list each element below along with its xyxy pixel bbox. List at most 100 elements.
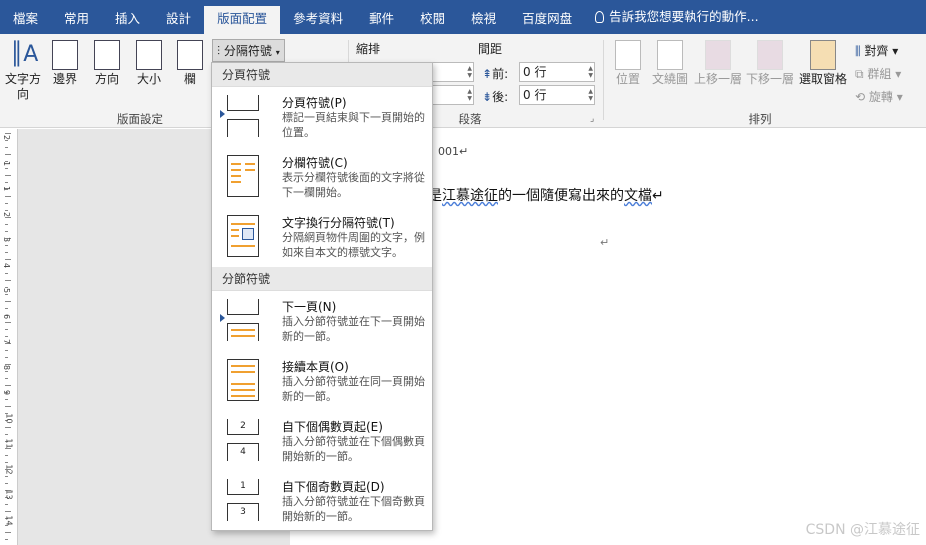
menu-item-desc: 插入分節符號並在下一頁開始新的一節。: [282, 315, 425, 343]
ruler-tick: [5, 140, 8, 141]
tab-design[interactable]: 設計: [153, 0, 204, 34]
tell-me-text: 告訴我您想要執行的動作...: [609, 9, 759, 24]
ruler-tick: [5, 322, 11, 323]
ruler-tick: [5, 378, 8, 379]
size-icon: [136, 40, 162, 70]
columns-label: 欄: [183, 72, 196, 86]
watermark: CSDN @江慕途征: [805, 522, 920, 538]
group-button[interactable]: ⧉ 群組 ▾: [855, 65, 901, 82]
breaks-button[interactable]: ⫶ 分隔符號 ▾: [212, 39, 285, 62]
lightbulb-icon: [595, 11, 605, 23]
selection-pane-icon: [810, 40, 836, 70]
tab-view[interactable]: 檢視: [458, 0, 509, 34]
ruler-tick: [5, 336, 8, 337]
ruler-tick: [5, 245, 8, 246]
indent-label: 縮排: [356, 42, 381, 56]
ruler-tick: [5, 434, 8, 435]
ruler-tick: [5, 427, 11, 428]
ruler-tick: [5, 252, 8, 253]
tab-baidu[interactable]: 百度网盘: [509, 0, 585, 34]
indent-left-input[interactable]: ▲ ▼: [432, 62, 474, 82]
text-wrapping-break-icon: [227, 215, 259, 257]
margins-label: 邊界: [52, 72, 77, 86]
align-icon: ⫼: [855, 44, 861, 58]
ruler-tick: [5, 476, 8, 477]
bring-forward-icon: [705, 40, 731, 70]
spacing-before-icon: ⇞: [482, 67, 493, 81]
ruler-number: 13: [4, 489, 14, 500]
spacing-after-icon: ⇟: [482, 90, 493, 104]
indent-right-input[interactable]: ▲ ▼: [432, 85, 474, 105]
ruler-number: 1: [2, 160, 12, 166]
tell-me-box[interactable]: 告訴我您想要執行的動作...: [585, 0, 771, 34]
send-backward-button[interactable]: 下移一層: [746, 40, 794, 87]
tab-layout[interactable]: 版面配置: [204, 6, 281, 34]
menu-item-desc: 插入分節符號並在下個奇數頁開始新的一節。: [282, 495, 425, 523]
breaks-label: 分隔符號: [223, 44, 272, 58]
ruler-tick: [5, 273, 8, 274]
tab-home[interactable]: 常用: [51, 0, 102, 34]
tab-file[interactable]: 檔案: [0, 0, 52, 34]
spacing-label: 間距: [478, 42, 503, 56]
ruler-tick: [5, 385, 11, 386]
continuous-icon: [227, 359, 259, 401]
ruler-number: 5: [2, 287, 12, 294]
tab-review[interactable]: 校閱: [407, 0, 458, 34]
orientation-button[interactable]: 方向: [90, 40, 124, 87]
ruler-tick: [5, 133, 11, 134]
menu-item-odd-page[interactable]: 1 3 自下個奇數頁起(D) 插入分節符號並在下個奇數頁開始新的一節。: [212, 471, 432, 531]
selection-pane-button[interactable]: 選取窗格: [798, 40, 848, 87]
ruler-tick: [5, 294, 8, 295]
text-direction-label: 文字方向: [5, 72, 42, 101]
ruler-tick: [5, 483, 8, 484]
spacing-after-input[interactable]: 0 行 ▲ ▼: [519, 85, 595, 105]
ruler-tick: [5, 308, 8, 309]
columns-icon: [177, 40, 203, 70]
menu-item-next-page[interactable]: 下一頁(N) 插入分節符號並在下一頁開始新的一節。: [212, 291, 432, 351]
even-page-icon: 2 4: [227, 419, 259, 461]
menu-item-title: 文字換行分隔符號(T): [282, 216, 395, 230]
ruler-tick: [5, 224, 8, 225]
menu-item-column-break[interactable]: 分欄符號(C) 表示分欄符號後面的文字將從下一欄開始。: [212, 147, 432, 207]
breaks-icon: ⫶: [217, 44, 221, 58]
ruler-tick: [5, 231, 8, 232]
wrap-text-button[interactable]: 文繞圖: [650, 40, 690, 87]
tab-mailings[interactable]: 郵件: [356, 0, 407, 34]
menu-item-continuous[interactable]: 接續本頁(O) 插入分節符號並在同一頁開始新的一節。: [212, 351, 432, 411]
ruler-tick: [5, 203, 8, 204]
dialog-launcher-icon[interactable]: ⌟: [590, 114, 594, 124]
margins-button[interactable]: 邊界: [48, 40, 82, 87]
send-backward-label: 下移一層: [746, 72, 795, 86]
rotate-icon: ⟲: [855, 90, 866, 104]
size-button[interactable]: 大小: [132, 40, 166, 87]
menu-item-text-wrapping-break[interactable]: 文字換行分隔符號(T) 分隔網頁物件周圍的文字，例如來自本文的標號文字。: [212, 207, 432, 267]
text-direction-button[interactable]: ║A 文字方向: [3, 40, 43, 102]
ruler-tick: [5, 532, 11, 533]
ruler-tick: [5, 301, 11, 302]
position-label: 位置: [615, 72, 640, 86]
group-icon: ⧉: [855, 67, 864, 81]
ruler-tick: [5, 280, 11, 281]
orientation-label: 方向: [94, 72, 119, 86]
columns-button[interactable]: 欄: [174, 40, 206, 87]
menu-item-page-break[interactable]: 分頁符號(P) 標記一頁結束與下一頁開始的位置。: [212, 87, 432, 147]
align-button[interactable]: ⫼ 對齊 ▾: [855, 42, 898, 59]
document-line-1: 001↵: [438, 145, 469, 158]
odd-page-icon: 1 3: [227, 479, 259, 521]
paragraph-group-label: 段落: [458, 112, 482, 126]
menu-item-title: 下一頁(N): [282, 300, 337, 314]
divider: [603, 40, 604, 120]
rotate-button[interactable]: ⟲ 旋轉 ▾: [855, 88, 903, 105]
tab-insert[interactable]: 插入: [102, 0, 153, 34]
menu-item-title: 自下個奇數頁起(D): [282, 480, 385, 494]
menu-item-even-page[interactable]: 2 4 自下個偶數頁起(E) 插入分節符號並在下個偶數頁開始新的一節。: [212, 411, 432, 471]
page-break-icon: [227, 95, 259, 137]
ruler-number: 11: [4, 438, 14, 449]
ruler-tick: [5, 196, 11, 197]
position-button[interactable]: 位置: [612, 40, 644, 87]
spacing-before-input[interactable]: 0 行 ▲ ▼: [519, 62, 595, 82]
bring-forward-button[interactable]: 上移一層: [694, 40, 742, 87]
menu-item-desc: 插入分節符號並在同一頁開始新的一節。: [282, 375, 425, 403]
ruler-tick: [5, 217, 11, 218]
tab-references[interactable]: 參考資料: [280, 0, 356, 34]
